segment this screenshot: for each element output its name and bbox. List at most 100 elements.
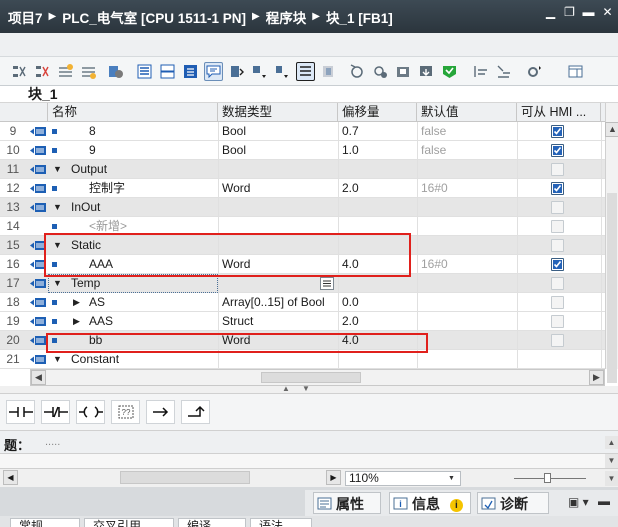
network-view-icon[interactable]	[135, 62, 154, 81]
hmi-accessible-checkbox[interactable]	[551, 182, 564, 195]
vertical-scrollbar[interactable]: ▲	[605, 103, 618, 383]
tab-general[interactable]: 常规	[10, 518, 80, 527]
expand-arrow-icon[interactable]: ▶	[73, 312, 80, 331]
maximize-icon[interactable]: ▬	[582, 6, 595, 19]
reset-start-values-icon[interactable]	[106, 62, 125, 81]
network-title-input[interactable]: .....	[45, 436, 60, 448]
row-data-type[interactable]: Word	[222, 179, 250, 198]
panel-minimize-icon[interactable]: ▬	[598, 494, 610, 508]
column-header-offset[interactable]: 偏移量	[338, 103, 417, 122]
comments-toggle-icon[interactable]	[204, 61, 223, 81]
insert-row-icon[interactable]	[56, 62, 75, 81]
column-header-name[interactable]: 名称	[48, 103, 218, 122]
snapshot-icon[interactable]	[394, 62, 413, 81]
table-row[interactable]: 13 ▼ InOut	[0, 198, 605, 217]
no-contact-icon[interactable]	[6, 400, 35, 424]
tab-properties[interactable]: 属性	[313, 492, 381, 514]
nc-contact-icon[interactable]	[41, 400, 70, 424]
scroll-left-icon[interactable]: ◀	[3, 470, 18, 485]
sort-icon[interactable]	[273, 62, 292, 81]
splitter-grip-icon[interactable]: ▼	[302, 384, 310, 393]
delete-network-icon[interactable]	[33, 62, 52, 81]
horizontal-scrollbar[interactable]: ◀ ▶	[30, 369, 605, 386]
scroll-down-icon[interactable]: ▼	[605, 471, 618, 486]
table-row[interactable]: 18 ▶ AS Array[0..15] of Bool 0.0	[0, 293, 605, 312]
hmi-accessible-checkbox[interactable]	[551, 258, 564, 271]
scroll-thumb[interactable]	[261, 372, 361, 383]
scroll-right-icon[interactable]: ▶	[589, 370, 604, 385]
row-name[interactable]: 控制字	[89, 179, 125, 198]
row-default-value[interactable]: 16#0	[421, 255, 448, 274]
download-icon[interactable]	[417, 62, 436, 81]
row-name[interactable]: 9	[89, 141, 96, 160]
split-view-icon[interactable]	[158, 62, 177, 81]
table-row[interactable]: 19 ▶ AAS Struct 2.0	[0, 312, 605, 331]
scroll-thumb[interactable]	[607, 193, 617, 383]
scroll-up-icon[interactable]: ▲	[605, 122, 618, 137]
scroll-right-icon[interactable]: ▶	[326, 470, 341, 485]
add-row-icon[interactable]	[79, 62, 98, 81]
compile-icon[interactable]	[440, 62, 459, 81]
breadcrumb-plc[interactable]: PLC_电气室 [CPU 1511-1 PN]	[62, 7, 246, 27]
row-data-type[interactable]: Struct	[222, 312, 253, 331]
row-name[interactable]: 8	[89, 122, 96, 141]
row-default-value[interactable]: false	[421, 141, 446, 160]
scroll-thumb[interactable]	[120, 471, 250, 484]
insert-network-icon[interactable]	[10, 62, 29, 81]
empty-box-icon[interactable]: ??	[111, 400, 140, 424]
go-to-next-icon[interactable]	[250, 62, 269, 81]
tab-info[interactable]: i 信息 i	[389, 492, 471, 514]
row-default-value[interactable]: false	[421, 122, 446, 141]
go-to-previous-icon[interactable]	[227, 62, 246, 81]
scroll-down-icon[interactable]: ▼	[605, 454, 618, 468]
hmi-accessible-checkbox[interactable]	[551, 144, 564, 157]
scroll-up-icon[interactable]: ▲	[605, 436, 618, 449]
tab-compile[interactable]: 编译	[178, 518, 246, 527]
expand-arrow-icon[interactable]: ▶	[73, 293, 80, 312]
row-default-value[interactable]: 16#0	[421, 179, 448, 198]
splitter-grip-icon[interactable]: ▲	[282, 384, 290, 393]
zoom-select[interactable]: 110%	[345, 471, 461, 486]
tab-syntax[interactable]: 语法	[250, 518, 312, 527]
monitor-on-icon[interactable]	[348, 62, 367, 81]
breadcrumb-project[interactable]: 项目7	[8, 7, 43, 27]
row-name[interactable]: AS	[89, 293, 105, 312]
table-row[interactable]: 12 控制字 Word 2.0 16#0	[0, 179, 605, 198]
favorites-icon[interactable]	[319, 62, 338, 81]
collapse-arrow-icon[interactable]: ▼	[53, 198, 62, 217]
row-name[interactable]: AAS	[89, 312, 113, 331]
hmi-accessible-checkbox[interactable]	[551, 125, 564, 138]
restore-icon[interactable]: ❐	[563, 6, 576, 19]
scroll-left-icon[interactable]: ◀	[31, 370, 46, 385]
pane-splitter[interactable]: ▲ ▼	[0, 384, 618, 394]
row-data-type[interactable]: Bool	[222, 141, 246, 160]
breadcrumb-block[interactable]: 块_1 [FB1]	[326, 7, 393, 27]
column-header-hmi-accessible[interactable]: 可从 HMI ...	[517, 103, 601, 122]
panel-menu-icon[interactable]: ▣ ▾	[568, 495, 589, 509]
table-row[interactable]: 10 9 Bool 1.0 false	[0, 141, 605, 160]
tab-diagnostics[interactable]: 诊断	[477, 492, 549, 514]
column-header-data-type[interactable]: 数据类型	[218, 103, 338, 122]
outdent-icon[interactable]	[494, 62, 513, 81]
settings-icon[interactable]	[525, 62, 544, 81]
collapse-arrow-icon[interactable]: ▼	[53, 160, 62, 179]
close-icon[interactable]: ✕	[601, 6, 614, 19]
column-header-default[interactable]: 默认值	[417, 103, 517, 122]
expand-icon[interactable]	[181, 62, 200, 81]
indent-icon[interactable]	[471, 62, 490, 81]
monitor-all-icon[interactable]	[371, 62, 390, 81]
open-branch-icon[interactable]	[146, 400, 175, 424]
row-data-type[interactable]: Array[0..15] of Bool	[222, 293, 325, 312]
cell-dropdown-icon[interactable]	[320, 277, 334, 290]
table-row[interactable]: 11 ▼ Output	[0, 160, 605, 179]
minimize-icon[interactable]: ▁	[544, 6, 557, 19]
panel-layout-icon[interactable]	[566, 62, 585, 81]
zoom-dropdown-arrow-icon[interactable]: ▼	[448, 475, 455, 482]
tab-cross-references[interactable]: 交叉引用	[84, 518, 174, 527]
section-name[interactable]: InOut	[71, 198, 100, 217]
section-name[interactable]: Output	[71, 160, 107, 179]
breadcrumb-folder[interactable]: 程序块	[266, 7, 307, 27]
table-row[interactable]: 9 8 Bool 0.7 false	[0, 122, 605, 141]
coil-icon[interactable]	[76, 400, 105, 424]
row-data-type[interactable]: Bool	[222, 122, 246, 141]
